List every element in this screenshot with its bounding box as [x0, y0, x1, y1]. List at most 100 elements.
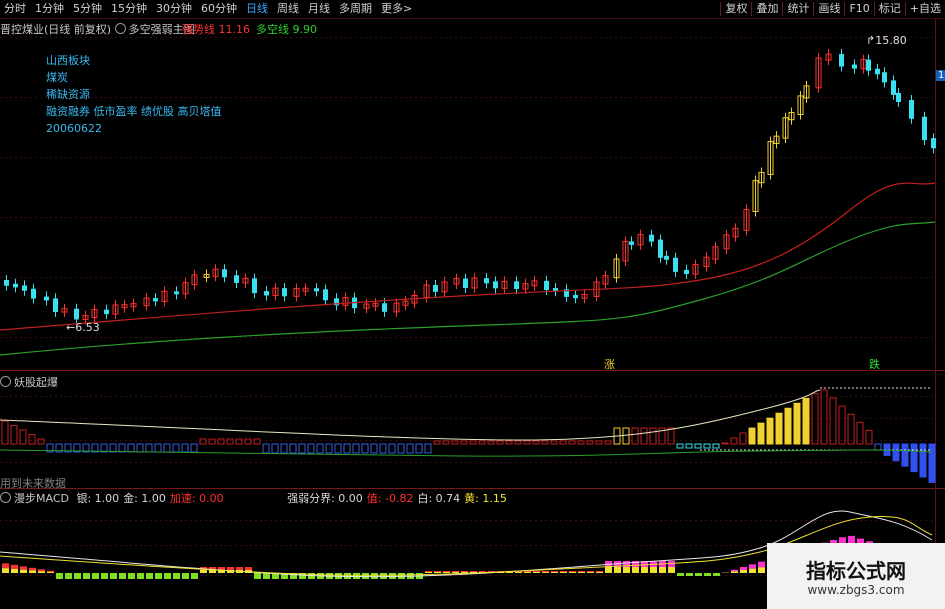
- sub1-bar: [775, 412, 783, 445]
- candle-body: [31, 288, 36, 299]
- macd-bar: [434, 571, 441, 572]
- sub1-bar: [802, 397, 810, 445]
- macd-bar: [740, 570, 747, 573]
- toolbar-right-buttons: 复权 叠加 统计 画线 F10 标记 +自选: [720, 2, 945, 16]
- toolbar-button-0[interactable]: 复权: [720, 2, 751, 16]
- sub1-bar: [631, 427, 639, 445]
- sub1-bar: [199, 438, 207, 445]
- macd-bar: [47, 570, 54, 572]
- macd-bar: [542, 572, 549, 573]
- sub1-bar: [820, 389, 828, 445]
- gear-icon[interactable]: [0, 492, 11, 503]
- sub1-bar: [901, 443, 909, 467]
- sub1-bar: [406, 443, 414, 454]
- sub1-bar: [361, 443, 369, 454]
- main-indicator-legend: 强势线 11.16 多空线 9.90: [182, 21, 323, 37]
- macd-bar: [83, 573, 90, 579]
- toolbar-button-5[interactable]: 标记: [873, 2, 905, 16]
- macd-bar: [65, 573, 72, 579]
- macd-bar: [443, 571, 450, 572]
- sub-panel-2-indicator[interactable]: 漫步MACD: [14, 492, 69, 505]
- sub1-bar: [289, 443, 297, 454]
- sub1-bar: [217, 438, 225, 445]
- sub1-bar: [397, 443, 405, 454]
- sub1-bar: [532, 440, 540, 445]
- candle-body: [234, 275, 239, 283]
- macd-bar: [677, 573, 684, 576]
- macd-bar: [749, 568, 756, 573]
- sub-panel-1-header: 妖股起爆: [0, 374, 58, 390]
- sub1-bar: [892, 443, 900, 462]
- macd-bar: [74, 573, 81, 579]
- sub1-bar: [352, 443, 360, 454]
- macd-bar: [659, 567, 666, 573]
- macd-bar: [425, 571, 432, 572]
- toolbar-button-3[interactable]: 画线: [813, 2, 844, 16]
- macd-bar: [569, 571, 576, 572]
- macd-bar: [2, 568, 9, 573]
- candle-body: [658, 239, 663, 258]
- sub1-bar: [334, 443, 342, 454]
- stock-title[interactable]: 晋控煤业(日线 前复权): [0, 23, 111, 36]
- macd-bar: [668, 567, 675, 573]
- macd-values: 强弱分界: 0.00 值: -0.82 白: 0.74 黄: 1.15: [287, 492, 511, 505]
- info-line: 融资融券 低市盈率 绩优股 高贝塔值: [46, 105, 222, 118]
- gear-icon[interactable]: [0, 376, 11, 387]
- tab-period-10[interactable]: 更多>: [377, 2, 417, 16]
- candle-body: [891, 80, 896, 95]
- macd-bar: [119, 573, 126, 579]
- macd-bar: [137, 573, 144, 579]
- sub1-bar: [667, 427, 675, 445]
- sub1-bar: [595, 440, 603, 445]
- toolbar-button-4[interactable]: F10: [844, 2, 873, 16]
- tab-period-6[interactable]: 日线: [242, 2, 273, 16]
- sub1-bar: [460, 440, 468, 445]
- candle-body: [573, 294, 578, 299]
- tab-period-3[interactable]: 15分钟: [107, 2, 152, 16]
- tab-period-9[interactable]: 多周期: [335, 2, 377, 16]
- macd-bar: [461, 571, 468, 572]
- macd-bar: [542, 571, 549, 572]
- tab-period-0[interactable]: 分时: [0, 2, 31, 16]
- candle-body: [222, 269, 227, 278]
- macd-bar: [668, 561, 675, 567]
- macd-bar: [587, 572, 594, 573]
- tab-period-2[interactable]: 5分钟: [69, 2, 107, 16]
- sub1-bar: [181, 443, 189, 453]
- sub-panel-1-indicator[interactable]: 妖股起爆: [14, 376, 58, 389]
- candle-body: [53, 298, 58, 313]
- sub1-bar: [298, 443, 306, 454]
- sub1-bar: [136, 443, 144, 453]
- macd-bar: [452, 571, 459, 572]
- sub1-baseline: [0, 449, 933, 457]
- tab-period-1[interactable]: 1分钟: [31, 2, 69, 16]
- candle-body: [252, 278, 257, 294]
- period-tabs: 分时 1分钟 5分钟 15分钟 30分钟 60分钟 日线 周线 月线 多周期 更多>: [0, 2, 417, 16]
- gear-icon[interactable]: [114, 23, 126, 34]
- candle-body: [875, 68, 880, 75]
- macd-bar: [524, 572, 531, 573]
- candle-body: [909, 99, 914, 119]
- sub1-bar: [172, 443, 180, 453]
- future-data-note: 用到未来数据: [0, 477, 66, 490]
- macd-bar: [110, 573, 117, 579]
- macd-bar: [236, 567, 243, 570]
- toolbar-button-6[interactable]: +自选: [904, 2, 945, 16]
- macd-bar: [533, 571, 540, 572]
- macd-bar: [92, 573, 99, 579]
- tab-period-5[interactable]: 60分钟: [197, 2, 242, 16]
- tab-period-7[interactable]: 周线: [273, 2, 304, 16]
- tab-period-8[interactable]: 月线: [304, 2, 335, 16]
- sub1-bar: [127, 443, 135, 453]
- sub1-bar: [379, 443, 387, 454]
- sub1-bar: [316, 443, 324, 454]
- toolbar-button-2[interactable]: 统计: [782, 2, 813, 16]
- sub1-bar: [514, 440, 522, 445]
- tab-period-4[interactable]: 30分钟: [152, 2, 197, 16]
- sub1-bar: [874, 443, 882, 451]
- macd-bar: [758, 561, 765, 568]
- macd-bar: [740, 567, 747, 570]
- macd-bar: [632, 567, 639, 573]
- ma-strong-line: [0, 182, 936, 331]
- toolbar-button-1[interactable]: 叠加: [751, 2, 782, 16]
